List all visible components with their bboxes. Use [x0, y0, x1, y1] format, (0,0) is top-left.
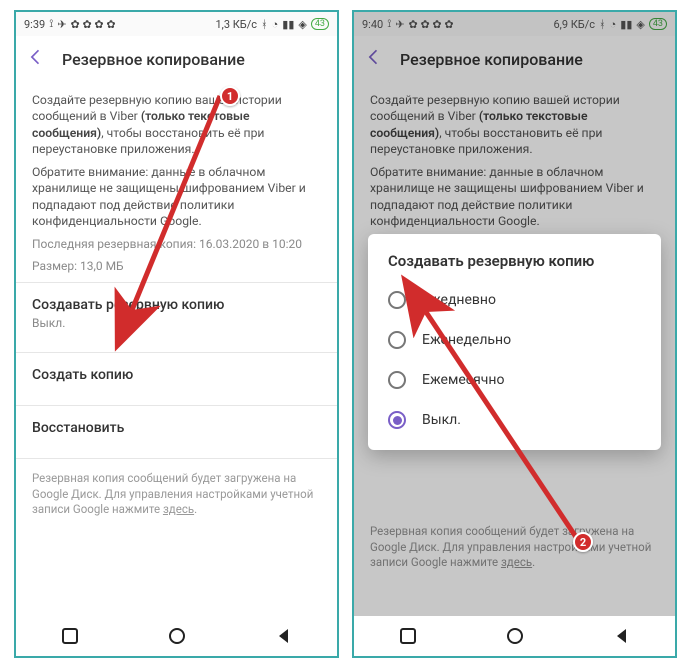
status-bar: 9:39 ⟟ ✈ ✿ ✿ ✿ ✿ 1,3 КБ/с ᚼ ◔ ▮▮ ◈ 43: [16, 12, 337, 36]
app-bar: Резервное копирование: [16, 36, 337, 82]
radio-option-daily[interactable]: Ежедневно: [368, 280, 661, 320]
restore-item[interactable]: Восстановить: [16, 406, 337, 450]
status-time: 9:39: [24, 18, 45, 31]
radio-option-weekly[interactable]: Еженедельно: [368, 320, 661, 360]
desc-warning: Обратите внимание: данные в облачном хра…: [32, 164, 321, 230]
last-backup-text: Последняя резервная копия: 16.03.2020 в …: [32, 236, 321, 252]
radio-option-monthly[interactable]: Ежемесячно: [368, 360, 661, 400]
radio-icon: [388, 411, 406, 429]
android-nav-bar: [16, 616, 337, 656]
auto-backup-item[interactable]: Создавать резервную копию Выкл.: [16, 283, 337, 344]
settings-icons: ✿ ✿ ✿ ✿: [71, 18, 116, 31]
dialog-title: Создавать резервную копию: [368, 252, 661, 280]
nav-home-icon[interactable]: [506, 627, 524, 645]
restore-title: Восстановить: [32, 420, 321, 436]
footnote: Резервная копия сообщений будет загружен…: [16, 459, 337, 530]
create-backup-title: Создать копию: [32, 367, 321, 383]
description-block: Создайте резервную копию вашей истории с…: [16, 82, 337, 274]
bluetooth-icon: ᚼ: [261, 18, 268, 31]
phone-screen-left: 9:39 ⟟ ✈ ✿ ✿ ✿ ✿ 1,3 КБ/с ᚼ ◔ ▮▮ ◈ 43 Ре…: [14, 10, 339, 658]
radio-label: Ежедневно: [422, 292, 496, 308]
footnote-link[interactable]: здесь: [163, 502, 194, 516]
radio-option-off[interactable]: Выкл.: [368, 400, 661, 440]
backup-size-text: Размер: 13,0 МБ: [32, 258, 321, 274]
phone-screen-right: 9:40 ⟟ ✈ ✿ ✿ ✿ ✿ 6,9 КБ/с ᚼ ◔ ▮▮ ◈ 43 Ре…: [352, 10, 677, 658]
backup-frequency-dialog: Создавать резервную копию Ежедневно Ежен…: [368, 234, 661, 450]
nav-back-icon[interactable]: [613, 627, 631, 645]
nav-home-icon[interactable]: [168, 627, 186, 645]
battery-icon: 43: [311, 18, 329, 30]
back-icon[interactable]: [26, 47, 46, 71]
create-backup-item[interactable]: Создать копию: [16, 353, 337, 397]
auto-backup-title: Создавать резервную копию: [32, 297, 321, 313]
radio-label: Выкл.: [422, 412, 461, 428]
status-net: 1,3 КБ/с: [215, 18, 257, 31]
nav-recent-icon[interactable]: [61, 627, 79, 645]
auto-backup-sub: Выкл.: [32, 316, 321, 330]
radio-icon: [388, 331, 406, 349]
page-title: Резервное копирование: [62, 50, 245, 69]
signal-icon: ▮▮: [282, 18, 294, 31]
clock-icon: ◔: [272, 18, 279, 31]
android-nav-bar: [354, 616, 675, 656]
wifi-icon: ◈: [298, 18, 306, 31]
location-icon: ⟟: [49, 17, 53, 31]
radio-icon: [388, 291, 406, 309]
footnote-text: .: [194, 502, 197, 516]
nav-recent-icon[interactable]: [399, 627, 417, 645]
telegram-icon: ✈: [57, 18, 66, 31]
radio-label: Ежемесячно: [422, 372, 504, 388]
radio-icon: [388, 371, 406, 389]
radio-label: Еженедельно: [422, 332, 511, 348]
nav-back-icon[interactable]: [275, 627, 293, 645]
